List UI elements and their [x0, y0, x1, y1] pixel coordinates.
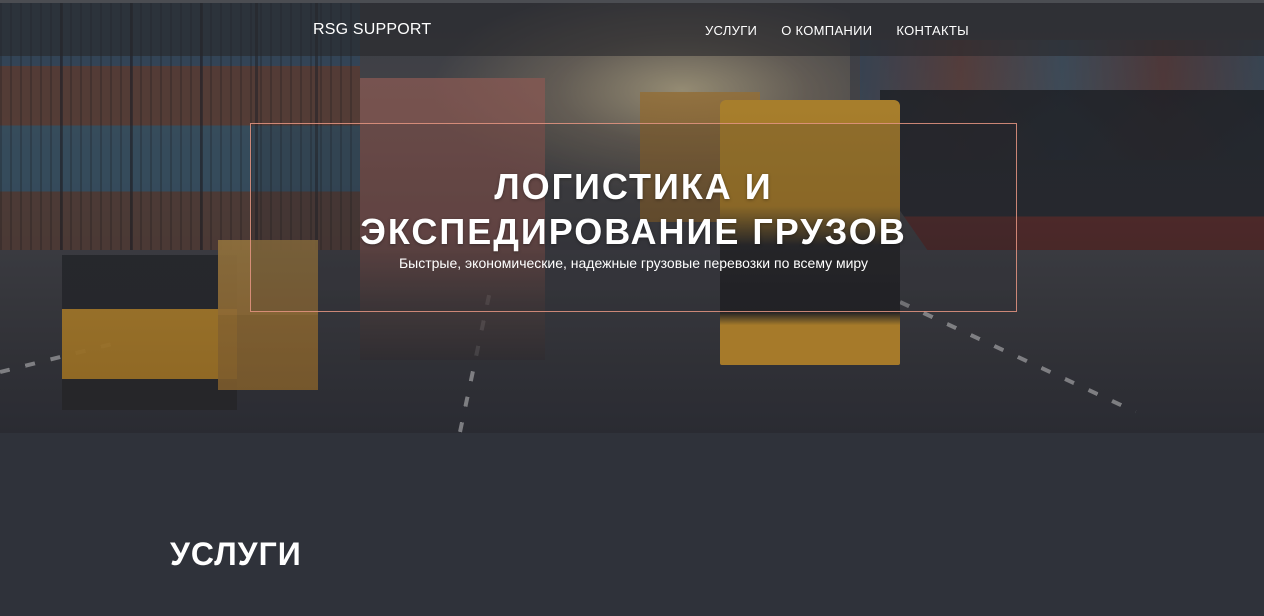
- services-title: УСЛУГИ: [170, 536, 302, 572]
- nav-link-contacts[interactable]: КОНТАКТЫ: [896, 23, 969, 38]
- nav-link-about[interactable]: О КОМПАНИИ: [781, 23, 872, 38]
- hero-headline-box: ЛОГИСТИКА И ЭКСПЕДИРОВАНИЕ ГРУЗОВ Быстры…: [250, 123, 1017, 312]
- hero-title: ЛОГИСТИКА И ЭКСПЕДИРОВАНИЕ ГРУЗОВ: [251, 164, 1016, 254]
- hero-section: ЛОГИСТИКА И ЭКСПЕДИРОВАНИЕ ГРУЗОВ Быстры…: [0, 0, 1264, 433]
- hero-subtitle: Быстрые, экономические, надежные грузовы…: [398, 255, 869, 271]
- navbar: RSG SUPPORT УСЛУГИ О КОМПАНИИ КОНТАКТЫ: [0, 3, 1264, 56]
- hero-title-line1: ЛОГИСТИКА И: [494, 166, 773, 207]
- brand-logo-link[interactable]: RSG SUPPORT: [313, 21, 431, 39]
- services-section: УСЛУГИ: [0, 433, 1264, 616]
- hero-title-line2: ЭКСПЕДИРОВАНИЕ ГРУЗОВ: [360, 211, 907, 252]
- nav-links: УСЛУГИ О КОМПАНИИ КОНТАКТЫ: [705, 23, 969, 38]
- nav-link-services[interactable]: УСЛУГИ: [705, 23, 757, 38]
